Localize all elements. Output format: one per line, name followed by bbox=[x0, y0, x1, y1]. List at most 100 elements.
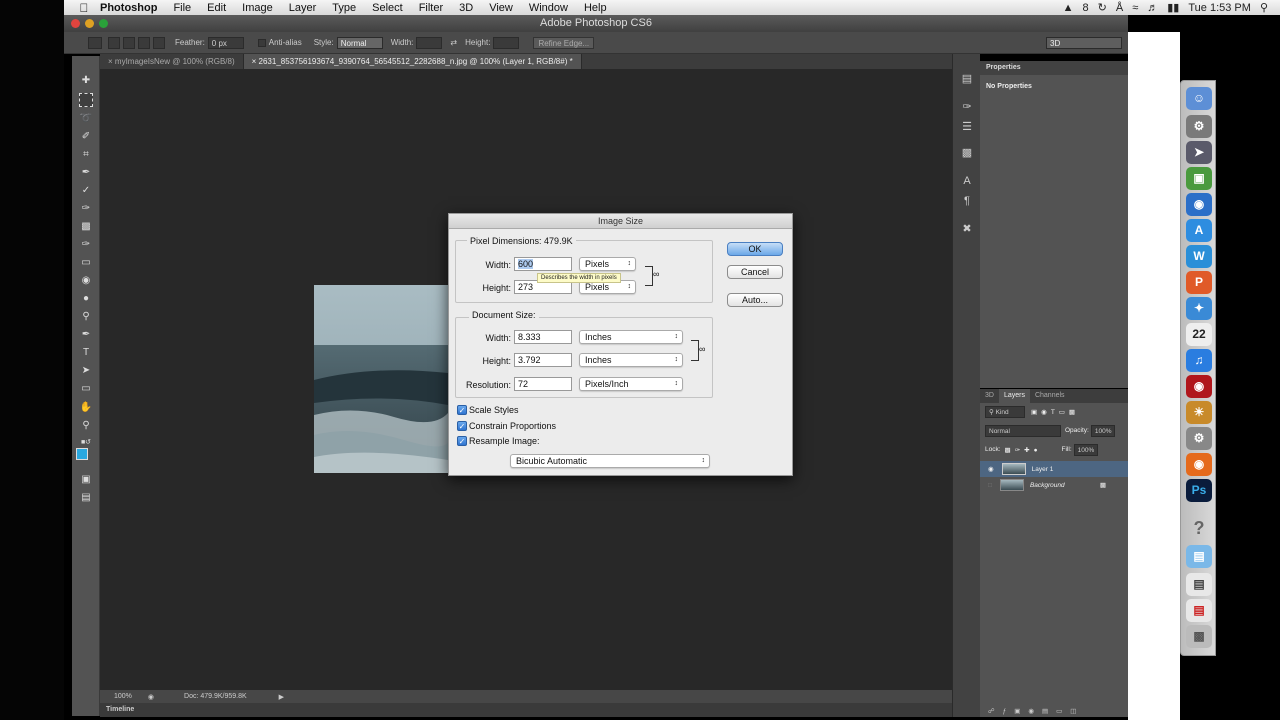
wifi-icon[interactable]: ≈ bbox=[1132, 2, 1138, 14]
rectangle-tool-icon[interactable]: ▭ bbox=[79, 382, 93, 396]
tab-document-2[interactable]: × 2631_853756193674_9390764_56545512_228… bbox=[243, 54, 582, 69]
kind-filter-select[interactable]: ⚲ Kind bbox=[985, 405, 1025, 418]
doc-width-input[interactable]: 8.333 bbox=[514, 330, 572, 344]
calendar-icon[interactable]: 22 bbox=[1186, 323, 1212, 346]
paragraph-panel-icon[interactable]: ¶ bbox=[960, 194, 974, 208]
dodge-tool-icon[interactable]: ⚲ bbox=[79, 310, 93, 324]
doc-height-unit-select[interactable]: Inches ↕ bbox=[579, 353, 683, 367]
zoom-window-icon[interactable] bbox=[99, 19, 108, 28]
document-icon[interactable]: ▤ bbox=[1186, 573, 1212, 596]
type-tool-icon[interactable]: T bbox=[79, 346, 93, 360]
selection-mode-icons[interactable] bbox=[108, 36, 165, 49]
system-prefs-icon[interactable]: ⚙ bbox=[1186, 115, 1212, 138]
timeline-panel-tab[interactable]: Timeline bbox=[100, 703, 952, 717]
character-panel-icon[interactable]: A bbox=[960, 174, 974, 188]
iphoto-icon[interactable]: ☀ bbox=[1186, 401, 1212, 424]
blur-tool-icon[interactable]: ● bbox=[79, 292, 93, 306]
spotlight-icon[interactable]: ⚲ bbox=[1260, 1, 1268, 14]
menu-filter[interactable]: Filter bbox=[411, 2, 451, 14]
marquee-tool-preset[interactable] bbox=[88, 36, 102, 49]
resolution-unit-select[interactable]: Pixels/Inch ↕ bbox=[579, 377, 683, 391]
properties-tab[interactable]: Properties bbox=[980, 61, 1128, 75]
paint-bucket-tool-icon[interactable]: ◉ bbox=[79, 274, 93, 288]
menu-type[interactable]: Type bbox=[324, 2, 364, 14]
menu-layer[interactable]: Layer bbox=[281, 2, 325, 14]
swap-icon[interactable]: ⇄ bbox=[450, 38, 457, 47]
adjustments-panel-icon[interactable]: ☰ bbox=[960, 120, 974, 134]
compass-icon[interactable]: ✦ bbox=[1186, 297, 1212, 320]
battery-count[interactable]: 8 bbox=[1083, 2, 1089, 14]
safari-icon[interactable]: ◉ bbox=[1186, 193, 1212, 216]
quick-select-tool-icon[interactable]: ✐ bbox=[79, 130, 93, 144]
menu-edit[interactable]: Edit bbox=[199, 2, 234, 14]
ok-button[interactable]: OK bbox=[727, 242, 783, 256]
tab-layers[interactable]: Layers bbox=[998, 389, 1030, 403]
hand-tool-icon[interactable]: ✋ bbox=[79, 401, 93, 415]
history-brush-tool-icon[interactable]: ✑ bbox=[79, 238, 93, 252]
brush-tool-icon[interactable]: ✑ bbox=[79, 202, 93, 216]
move-tool-icon[interactable]: ✚ bbox=[79, 74, 93, 88]
volume-icon[interactable]: ♬ bbox=[1147, 2, 1158, 14]
itunes-icon[interactable]: ♫ bbox=[1186, 349, 1212, 372]
eraser-tool-icon[interactable]: ▭ bbox=[79, 256, 93, 270]
pdf-icon[interactable]: ▤ bbox=[1186, 599, 1212, 622]
sync-icon[interactable]: ↻ bbox=[1098, 1, 1107, 14]
tab-close-icon[interactable]: × bbox=[108, 57, 113, 66]
style-select[interactable]: Normal bbox=[336, 36, 383, 49]
visibility-eye-icon[interactable]: ◉ bbox=[988, 465, 994, 473]
document-image[interactable] bbox=[314, 285, 448, 473]
menu-3d[interactable]: 3D bbox=[451, 2, 481, 14]
zoom-level[interactable]: 100% bbox=[114, 693, 132, 700]
doc-height-input[interactable]: 3.792 bbox=[514, 353, 572, 367]
pixel-width-input[interactable]: 600 bbox=[514, 257, 572, 271]
system-icon[interactable]: ⚙ bbox=[1186, 427, 1212, 450]
brush-panel-icon[interactable]: ✑ bbox=[960, 100, 974, 114]
clone-stamp-tool-icon[interactable]: ▩ bbox=[79, 220, 93, 234]
adobe-icon[interactable]: ▲ bbox=[1063, 2, 1074, 14]
tool-presets-panel-icon[interactable]: ✖ bbox=[960, 222, 974, 236]
layers-footer-icons[interactable]: ☍ƒ▣◉▤▭◫ bbox=[980, 703, 1128, 718]
marquee-tool-icon[interactable] bbox=[79, 93, 93, 107]
clone-source-panel-icon[interactable]: ▩ bbox=[960, 146, 974, 160]
tab-3d[interactable]: 3D bbox=[980, 389, 999, 403]
word-icon[interactable]: W bbox=[1186, 245, 1212, 268]
status-share-icon[interactable]: ◉ bbox=[148, 693, 154, 701]
menu-select[interactable]: Select bbox=[364, 2, 411, 14]
finder-icon[interactable]: ☺ bbox=[1186, 87, 1212, 110]
feather-input[interactable]: 0 px bbox=[207, 36, 244, 49]
constrain-proportions-checkbox[interactable]: ✓ bbox=[457, 421, 467, 431]
lasso-tool-icon[interactable]: ➰ bbox=[79, 112, 93, 126]
trash-icon[interactable]: ▩ bbox=[1186, 625, 1212, 648]
scale-styles-checkbox[interactable]: ✓ bbox=[457, 405, 467, 415]
bluetooth-icon[interactable]: Å bbox=[1116, 2, 1123, 14]
opacity-input[interactable]: 100% bbox=[1090, 424, 1116, 437]
layer-name[interactable]: Background bbox=[1030, 482, 1065, 489]
cancel-button[interactable]: Cancel bbox=[727, 265, 783, 279]
auto-button[interactable]: Auto... bbox=[727, 293, 783, 307]
launchpad-icon[interactable]: ➤ bbox=[1186, 141, 1212, 164]
eyedropper-tool-icon[interactable]: ✒ bbox=[79, 166, 93, 180]
app-store-icon[interactable]: A bbox=[1186, 219, 1212, 242]
status-menu-arrow-icon[interactable]: ▶ bbox=[279, 693, 284, 701]
resolution-input[interactable]: 72 bbox=[514, 377, 572, 391]
layer-filter-icons[interactable]: ▣◉T▭▩ bbox=[1031, 408, 1079, 416]
doc-width-unit-select[interactable]: Inches ↕ bbox=[579, 330, 683, 344]
photo-booth-icon[interactable]: ◉ bbox=[1186, 375, 1212, 398]
close-window-icon[interactable] bbox=[71, 19, 80, 28]
menu-help[interactable]: Help bbox=[576, 2, 615, 14]
antialias-checkbox[interactable] bbox=[257, 38, 266, 47]
layer-row-background[interactable]: □ Background ▩ bbox=[980, 477, 1128, 493]
tab-close-icon[interactable]: × bbox=[252, 57, 257, 66]
photoshop-icon[interactable]: Ps bbox=[1186, 479, 1212, 502]
menu-view[interactable]: View bbox=[481, 2, 521, 14]
blend-mode-select[interactable]: Normal bbox=[985, 424, 1061, 437]
history-panel-icon[interactable]: ▤ bbox=[960, 72, 974, 86]
menu-file[interactable]: File bbox=[165, 2, 199, 14]
lock-icons[interactable]: ▩✑✚● bbox=[1005, 446, 1042, 454]
screen-mode-icon[interactable]: ▤ bbox=[79, 491, 93, 505]
help-icon[interactable]: ? bbox=[1186, 517, 1212, 540]
menu-app-name[interactable]: Photoshop bbox=[92, 2, 165, 14]
tab-channels[interactable]: Channels bbox=[1030, 389, 1070, 403]
layer-name[interactable]: Layer 1 bbox=[1032, 466, 1054, 473]
powerpoint-icon[interactable]: P bbox=[1186, 271, 1212, 294]
